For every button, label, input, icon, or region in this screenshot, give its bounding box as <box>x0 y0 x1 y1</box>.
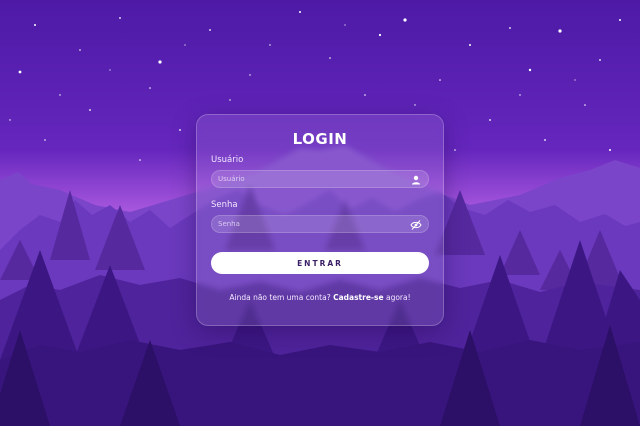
submit-button[interactable]: ENTRAR <box>211 252 429 274</box>
password-input[interactable] <box>218 216 408 232</box>
username-field <box>211 170 429 188</box>
signup-suffix: agora! <box>385 293 411 302</box>
password-field <box>211 215 429 233</box>
username-input[interactable] <box>218 171 408 187</box>
password-label: Senha <box>211 200 238 210</box>
user-icon <box>412 175 420 185</box>
login-title: LOGIN <box>292 130 348 148</box>
signup-prefix: Ainda não tem uma conta? <box>229 293 331 302</box>
signup-prompt: Ainda não tem uma conta? Cadastre-se ago… <box>197 293 443 302</box>
username-label: Usuário <box>211 155 244 165</box>
eye-slash-icon[interactable] <box>410 219 422 231</box>
signup-link[interactable]: Cadastre-se <box>333 293 384 302</box>
login-card: LOGIN Usuário Senha ENTRAR Ainda não tem… <box>196 114 444 326</box>
